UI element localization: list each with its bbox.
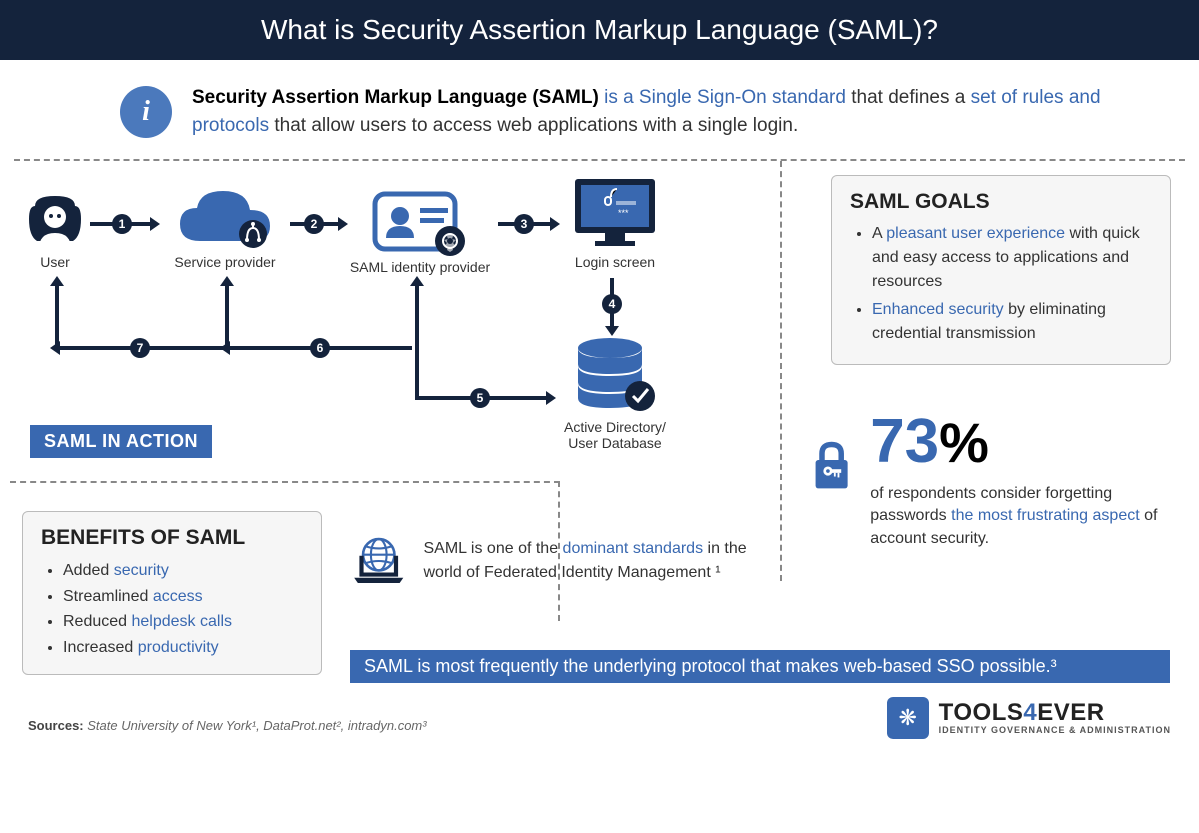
saml-goals-box: SAML GOALS A pleasant user experience wi… (831, 175, 1171, 365)
database-icon (570, 336, 660, 416)
user-icon (27, 191, 83, 251)
brand-logo-block: ❋ TOOLS4EVER IDENTITY GOVERNANCE & ADMIN… (887, 697, 1171, 739)
benefit-item: Increased productivity (63, 635, 303, 661)
laptop-globe-icon (350, 511, 408, 611)
goal-item: A pleasant user experience with quick an… (872, 222, 1152, 294)
goal-item: Enhanced security by eliminating credent… (872, 298, 1152, 346)
sources-text: Sources: State University of New York¹, … (28, 718, 427, 733)
stat-text: of respondents consider forgetting passw… (870, 473, 1171, 550)
svg-text:***: *** (618, 208, 629, 218)
flow-idp: SAML identity provider (340, 186, 500, 275)
benefit-item: Added security (63, 558, 303, 584)
lock-key-icon (811, 411, 852, 521)
benefit-item: Reduced helpdesk calls (63, 609, 303, 635)
benefit-item: Streamlined access (63, 584, 303, 610)
stat-block: 73% of respondents consider forgetting p… (811, 411, 1171, 550)
federated-block: SAML is one of the dominant standards in… (350, 511, 750, 611)
page-title: What is Security Assertion Markup Langua… (0, 0, 1199, 60)
brand-icon: ❋ (887, 697, 929, 739)
intro-section: i Security Assertion Markup Language (SA… (0, 60, 1199, 159)
flow-database: Active Directory/ User Database (550, 336, 680, 451)
id-card-icon (370, 186, 470, 256)
intro-text: Security Assertion Markup Language (SAML… (192, 84, 1119, 139)
monitor-icon: *** (570, 171, 660, 251)
benefits-box: BENEFITS OF SAML Added security Streamli… (22, 511, 322, 675)
info-icon: i (120, 86, 172, 138)
cloud-icon (175, 186, 275, 251)
saml-in-action-label: SAML IN ACTION (30, 425, 212, 458)
flow-service-provider: Service provider (160, 186, 290, 270)
flow-user: User (20, 191, 90, 270)
blue-callout: SAML is most frequently the underlying p… (350, 650, 1170, 683)
flow-login: *** Login screen (560, 171, 670, 270)
